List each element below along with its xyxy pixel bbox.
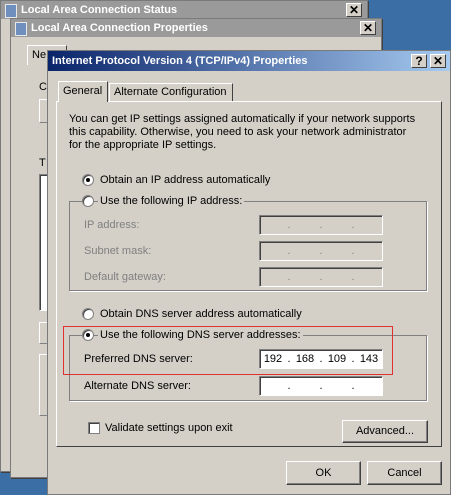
highlight-box bbox=[63, 326, 393, 375]
description-line-3: for the appropriate IP settings. bbox=[69, 139, 217, 151]
dns-auto-label[interactable]: Obtain DNS server address automatically bbox=[100, 308, 302, 320]
ip-manual-radio[interactable] bbox=[82, 195, 94, 207]
advanced-button-label: Advanced... bbox=[355, 425, 415, 437]
tab-general[interactable]: General bbox=[58, 81, 108, 102]
ip-manual-label[interactable]: Use the following IP address: bbox=[98, 195, 245, 207]
dialog-title: Internet Protocol Version 4 (TCP/IPv4) P… bbox=[52, 55, 308, 67]
properties-close-button[interactable]: ✕ bbox=[360, 21, 376, 35]
tab-networking-label: Ne bbox=[32, 49, 47, 61]
network-icon bbox=[15, 22, 27, 36]
general-panel: You can get IP settings assigned automat… bbox=[56, 101, 442, 447]
ip-address-label: IP address: bbox=[84, 219, 140, 231]
default-gateway-label: Default gateway: bbox=[84, 271, 166, 283]
ip-auto-label[interactable]: Obtain an IP address automatically bbox=[100, 174, 270, 186]
subnet-mask-field[interactable]: ... bbox=[259, 241, 383, 261]
dns-auto-radio[interactable] bbox=[82, 308, 94, 320]
cancel-button[interactable]: Cancel bbox=[367, 461, 442, 485]
tab-general-label: General bbox=[63, 85, 103, 97]
advanced-button[interactable]: Advanced... bbox=[342, 420, 428, 443]
status-titlebar[interactable]: Local Area Connection Status ✕ bbox=[1, 1, 367, 19]
description-line-1: You can get IP settings assigned automat… bbox=[69, 113, 416, 125]
properties-titlebar[interactable]: Local Area Connection Properties ✕ bbox=[11, 19, 381, 37]
ip-auto-radio[interactable] bbox=[82, 174, 94, 186]
default-gateway-field[interactable]: ... bbox=[259, 267, 383, 287]
dialog-titlebar[interactable]: Internet Protocol Version 4 (TCP/IPv4) P… bbox=[48, 51, 450, 71]
alternate-dns-field[interactable]: ... bbox=[259, 376, 383, 396]
properties-fragment-t: T bbox=[39, 157, 46, 169]
ok-button[interactable]: OK bbox=[286, 461, 361, 485]
properties-window-title: Local Area Connection Properties bbox=[31, 22, 208, 34]
validate-label[interactable]: Validate settings upon exit bbox=[105, 422, 233, 434]
status-window-title: Local Area Connection Status bbox=[21, 4, 178, 16]
ok-button-label: OK bbox=[315, 467, 332, 479]
help-button[interactable]: ? bbox=[411, 54, 427, 68]
tab-alternate-configuration-label: Alternate Configuration bbox=[114, 86, 227, 98]
subnet-mask-label: Subnet mask: bbox=[84, 245, 152, 257]
ip-address-field[interactable]: ... bbox=[259, 215, 383, 235]
properties-fragment-c: C bbox=[39, 81, 47, 93]
cancel-button-label: Cancel bbox=[387, 467, 422, 479]
status-close-button[interactable]: ✕ bbox=[346, 3, 362, 17]
description-line-2: this capability. Otherwise, you need to … bbox=[69, 126, 407, 138]
validate-checkbox[interactable] bbox=[88, 422, 100, 434]
ipv4-properties-dialog: Internet Protocol Version 4 (TCP/IPv4) P… bbox=[47, 50, 451, 495]
dialog-close-button[interactable]: ✕ bbox=[430, 54, 446, 68]
tab-alternate-configuration[interactable]: Alternate Configuration bbox=[109, 83, 233, 101]
alternate-dns-label: Alternate DNS server: bbox=[84, 380, 191, 392]
network-icon bbox=[5, 4, 17, 18]
